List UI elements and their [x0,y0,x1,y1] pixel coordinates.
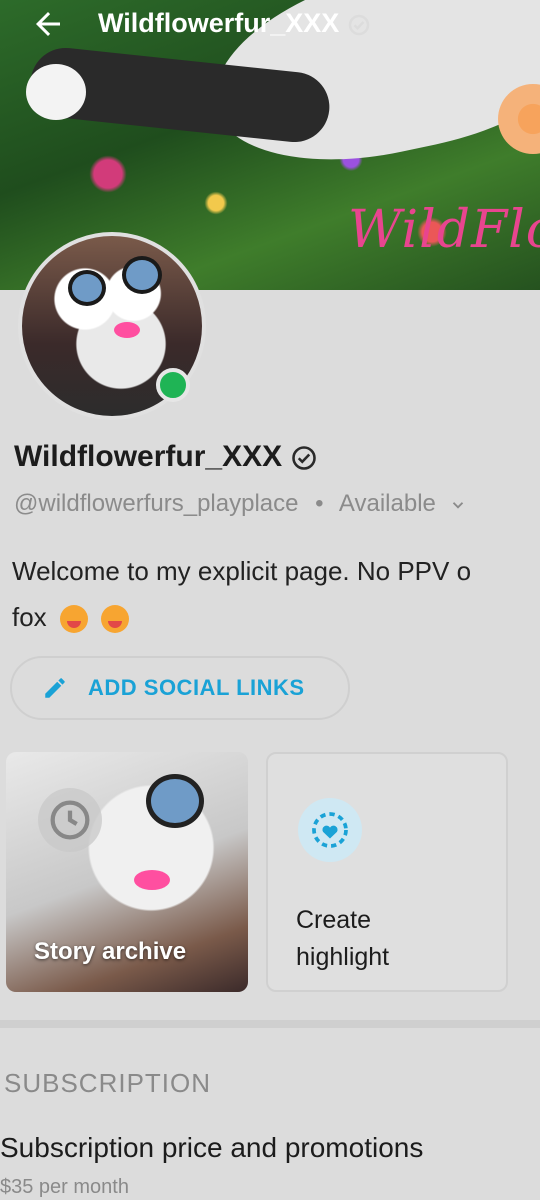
yum-face-emoji-icon [101,605,130,634]
add-social-links-label: ADD SOCIAL LINKS [88,675,305,700]
story-thumb-tongue [134,870,170,890]
page-title: Wildflowerfur_XXX [98,8,371,39]
verified-badge-icon [292,446,317,470]
bio-line-2: fox [12,594,540,640]
profile-name: Wildflowerfur_XXX [14,440,318,474]
profile-bio: Welcome to my explicit page. No PPV o fo… [12,548,540,640]
profile-name-text: Wildflowerfur_XXX [14,440,283,473]
avatar-eye-left [68,270,106,306]
add-social-links-button[interactable]: ADD SOCIAL LINKS [10,656,350,720]
verified-badge-icon [348,14,370,36]
subscription-section-title: SUBSCRIPTION [4,1068,212,1098]
history-icon [38,788,102,852]
page-title-text: Wildflowerfur_XXX [98,8,340,38]
online-status-dot [156,368,190,402]
avatar-tongue [114,322,140,338]
story-archive-card[interactable]: Story archive [6,752,248,992]
banner-paw [26,64,86,120]
profile-handle: @wildflowerfurs_playplace [14,490,299,517]
create-highlight-label-line2: highlight [296,943,390,971]
availability-dropdown[interactable]: Available [339,490,467,517]
arrow-left-icon [36,12,60,36]
create-highlight-icon [298,798,362,862]
create-highlight-card[interactable]: Create highlight [266,752,508,992]
separator-dot: • [315,490,324,517]
availability-status: Available [338,490,436,517]
bio-line-1: Welcome to my explicit page. No PPV o [12,556,472,586]
section-divider [0,1020,540,1028]
subscription-price-value: $35 per month [0,1176,129,1198]
pencil-icon [45,678,65,698]
handle-row: @wildflowerfurs_playplace • Available [14,490,467,518]
subscription-price-item[interactable]: Subscription price and promotions [0,1132,423,1164]
bio-line-2-text: fox [12,602,47,632]
create-highlight-label-line1: Create [296,906,372,934]
top-bar: Wildflowerfur_XXX [0,0,540,52]
avatar-eye-right [122,256,162,294]
chevron-down-icon [452,501,463,509]
story-thumb-eye [146,774,204,828]
banner-logo-text: WildFlo [348,200,540,260]
back-button[interactable] [30,6,70,46]
yum-face-emoji-icon [59,605,88,634]
create-highlight-label: Create highlight [296,902,496,976]
story-archive-label: Story archive [34,938,187,965]
